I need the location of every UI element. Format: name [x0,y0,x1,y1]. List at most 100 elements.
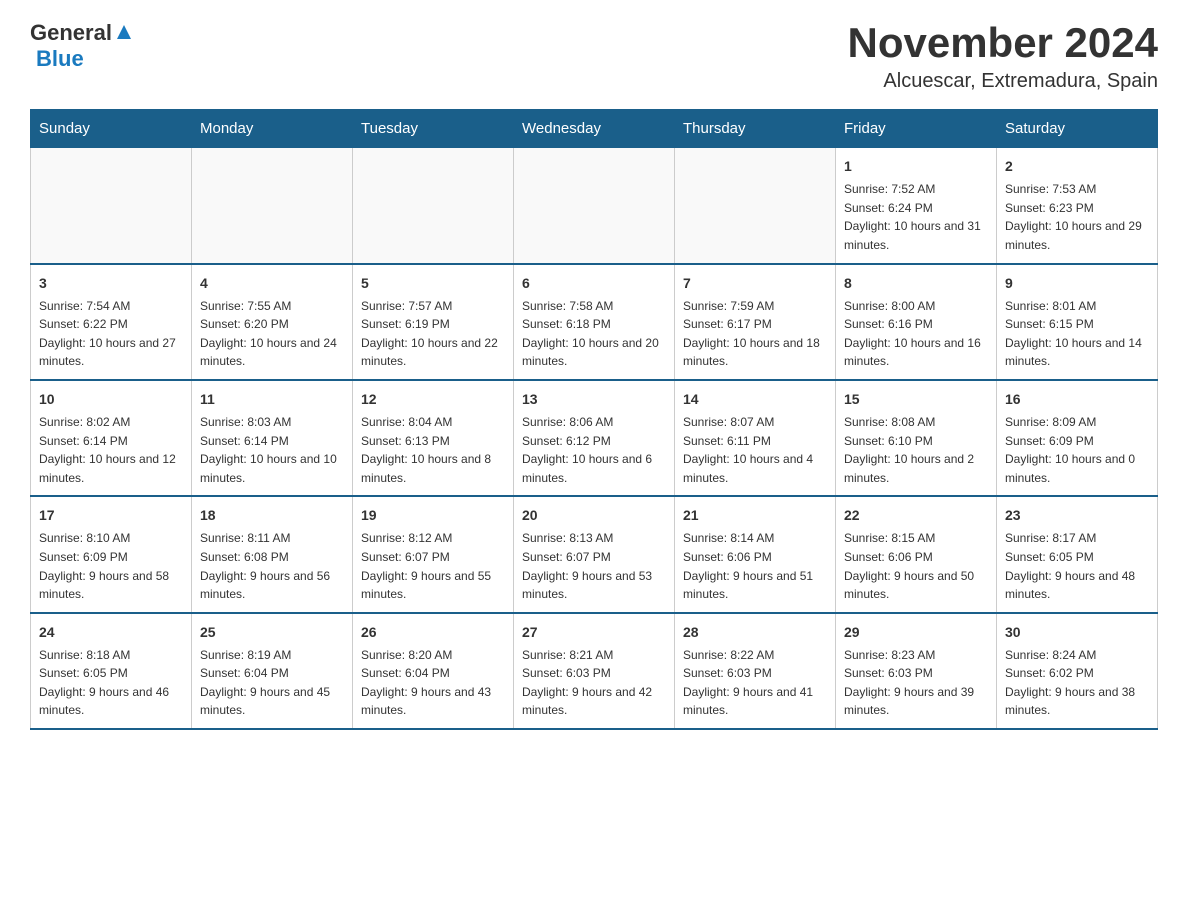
table-cell: 1 Sunrise: 7:52 AMSunset: 6:24 PMDaylight… [836,148,997,264]
table-cell: 30 Sunrise: 8:24 AMSunset: 6:02 PMDayligh… [997,613,1158,729]
week-row-1: 1 Sunrise: 7:52 AMSunset: 6:24 PMDaylight… [31,148,1158,264]
day-number: 6 [522,273,666,294]
day-number: 12 [361,389,505,410]
day-number: 21 [683,505,827,526]
day-number: 3 [39,273,183,294]
day-info: Sunrise: 8:06 AMSunset: 6:12 PMDaylight:… [522,413,666,487]
day-number: 24 [39,622,183,643]
day-number: 26 [361,622,505,643]
table-cell: 28 Sunrise: 8:22 AMSunset: 6:03 PMDayligh… [675,613,836,729]
day-number: 4 [200,273,344,294]
week-row-5: 24 Sunrise: 8:18 AMSunset: 6:05 PMDayligh… [31,613,1158,729]
day-number: 22 [844,505,988,526]
day-number: 27 [522,622,666,643]
table-cell: 26Sunrise: 8:20 AMSunset: 6:04 PMDayligh… [353,613,514,729]
day-info: Sunrise: 8:04 AMSunset: 6:13 PMDaylight:… [361,413,505,487]
day-info: Sunrise: 8:24 AMSunset: 6:02 PMDaylight:… [1005,646,1149,720]
day-number: 30 [1005,622,1149,643]
day-info: Sunrise: 8:03 AMSunset: 6:14 PMDaylight:… [200,413,344,487]
day-info: Sunrise: 7:54 AMSunset: 6:22 PMDaylight:… [39,297,183,371]
day-info: Sunrise: 7:52 AMSunset: 6:24 PMDaylight:… [844,180,988,254]
day-number: 15 [844,389,988,410]
table-cell [675,148,836,264]
table-cell: 4 Sunrise: 7:55 AMSunset: 6:20 PMDaylight… [192,264,353,380]
table-cell: 9Sunrise: 8:01 AMSunset: 6:15 PMDaylight… [997,264,1158,380]
day-info: Sunrise: 8:18 AMSunset: 6:05 PMDaylight:… [39,646,183,720]
table-cell: 21 Sunrise: 8:14 AMSunset: 6:06 PMDayligh… [675,496,836,612]
day-number: 5 [361,273,505,294]
header-row: SundayMondayTuesdayWednesdayThursdayFrid… [31,110,1158,148]
day-number: 7 [683,273,827,294]
table-cell: 7Sunrise: 7:59 AMSunset: 6:17 PMDaylight… [675,264,836,380]
day-info: Sunrise: 8:09 AMSunset: 6:09 PMDaylight:… [1005,413,1149,487]
day-number: 8 [844,273,988,294]
day-info: Sunrise: 8:23 AMSunset: 6:03 PMDaylight:… [844,646,988,720]
title-block: November 2024 Alcuescar, Extremadura, Sp… [847,20,1158,93]
day-number: 18 [200,505,344,526]
day-info: Sunrise: 8:15 AMSunset: 6:06 PMDaylight:… [844,529,988,603]
table-cell [192,148,353,264]
page-subtitle: Alcuescar, Extremadura, Spain [847,70,1158,93]
week-row-4: 17 Sunrise: 8:10 AMSunset: 6:09 PMDayligh… [31,496,1158,612]
day-number: 9 [1005,273,1149,294]
day-number: 17 [39,505,183,526]
logo-blue-text: Blue [36,46,84,71]
table-cell: 11Sunrise: 8:03 AMSunset: 6:14 PMDayligh… [192,380,353,496]
header-sunday: Sunday [31,110,192,148]
table-cell: 24 Sunrise: 8:18 AMSunset: 6:05 PMDayligh… [31,613,192,729]
header-monday: Monday [192,110,353,148]
table-cell: 5Sunrise: 7:57 AMSunset: 6:19 PMDaylight… [353,264,514,380]
day-info: Sunrise: 8:12 AMSunset: 6:07 PMDaylight:… [361,529,505,603]
day-number: 10 [39,389,183,410]
day-number: 28 [683,622,827,643]
table-cell: 6 Sunrise: 7:58 AMSunset: 6:18 PMDaylight… [514,264,675,380]
day-info: Sunrise: 8:22 AMSunset: 6:03 PMDaylight:… [683,646,827,720]
header-thursday: Thursday [675,110,836,148]
day-info: Sunrise: 8:14 AMSunset: 6:06 PMDaylight:… [683,529,827,603]
header-saturday: Saturday [997,110,1158,148]
table-cell: 16Sunrise: 8:09 AMSunset: 6:09 PMDayligh… [997,380,1158,496]
day-number: 23 [1005,505,1149,526]
day-info: Sunrise: 7:58 AMSunset: 6:18 PMDaylight:… [522,297,666,371]
calendar-table: SundayMondayTuesdayWednesdayThursdayFrid… [30,109,1158,730]
day-number: 14 [683,389,827,410]
day-info: Sunrise: 7:55 AMSunset: 6:20 PMDaylight:… [200,297,344,371]
day-info: Sunrise: 8:08 AMSunset: 6:10 PMDaylight:… [844,413,988,487]
table-cell: 10Sunrise: 8:02 AMSunset: 6:14 PMDayligh… [31,380,192,496]
table-cell: 29 Sunrise: 8:23 AMSunset: 6:03 PMDayligh… [836,613,997,729]
table-cell: 12 Sunrise: 8:04 AMSunset: 6:13 PMDayligh… [353,380,514,496]
table-cell [353,148,514,264]
day-number: 25 [200,622,344,643]
table-cell: 19 Sunrise: 8:12 AMSunset: 6:07 PMDayligh… [353,496,514,612]
day-number: 1 [844,156,988,177]
logo-triangle-icon [115,23,133,46]
table-cell: 18 Sunrise: 8:11 AMSunset: 6:08 PMDayligh… [192,496,353,612]
day-number: 19 [361,505,505,526]
day-number: 13 [522,389,666,410]
table-cell: 27 Sunrise: 8:21 AMSunset: 6:03 PMDayligh… [514,613,675,729]
table-cell [31,148,192,264]
table-cell: 2 Sunrise: 7:53 AMSunset: 6:23 PMDaylight… [997,148,1158,264]
day-info: Sunrise: 7:53 AMSunset: 6:23 PMDaylight:… [1005,180,1149,254]
page-header: General Blue November 2024 Alcuescar, Ex… [30,20,1158,93]
calendar-header: SundayMondayTuesdayWednesdayThursdayFrid… [31,110,1158,148]
table-cell: 23 Sunrise: 8:17 AMSunset: 6:05 PMDayligh… [997,496,1158,612]
table-cell: 17 Sunrise: 8:10 AMSunset: 6:09 PMDayligh… [31,496,192,612]
day-info: Sunrise: 8:21 AMSunset: 6:03 PMDaylight:… [522,646,666,720]
week-row-3: 10Sunrise: 8:02 AMSunset: 6:14 PMDayligh… [31,380,1158,496]
week-row-2: 3 Sunrise: 7:54 AMSunset: 6:22 PMDaylight… [31,264,1158,380]
table-cell: 3 Sunrise: 7:54 AMSunset: 6:22 PMDaylight… [31,264,192,380]
day-info: Sunrise: 8:11 AMSunset: 6:08 PMDaylight:… [200,529,344,603]
day-info: Sunrise: 8:17 AMSunset: 6:05 PMDaylight:… [1005,529,1149,603]
table-cell: 22 Sunrise: 8:15 AMSunset: 6:06 PMDayligh… [836,496,997,612]
header-wednesday: Wednesday [514,110,675,148]
table-cell: 25 Sunrise: 8:19 AMSunset: 6:04 PMDayligh… [192,613,353,729]
day-number: 2 [1005,156,1149,177]
day-info: Sunrise: 8:10 AMSunset: 6:09 PMDaylight:… [39,529,183,603]
day-number: 20 [522,505,666,526]
header-friday: Friday [836,110,997,148]
table-cell [514,148,675,264]
day-info: Sunrise: 8:19 AMSunset: 6:04 PMDaylight:… [200,646,344,720]
day-number: 29 [844,622,988,643]
table-cell: 15 Sunrise: 8:08 AMSunset: 6:10 PMDayligh… [836,380,997,496]
